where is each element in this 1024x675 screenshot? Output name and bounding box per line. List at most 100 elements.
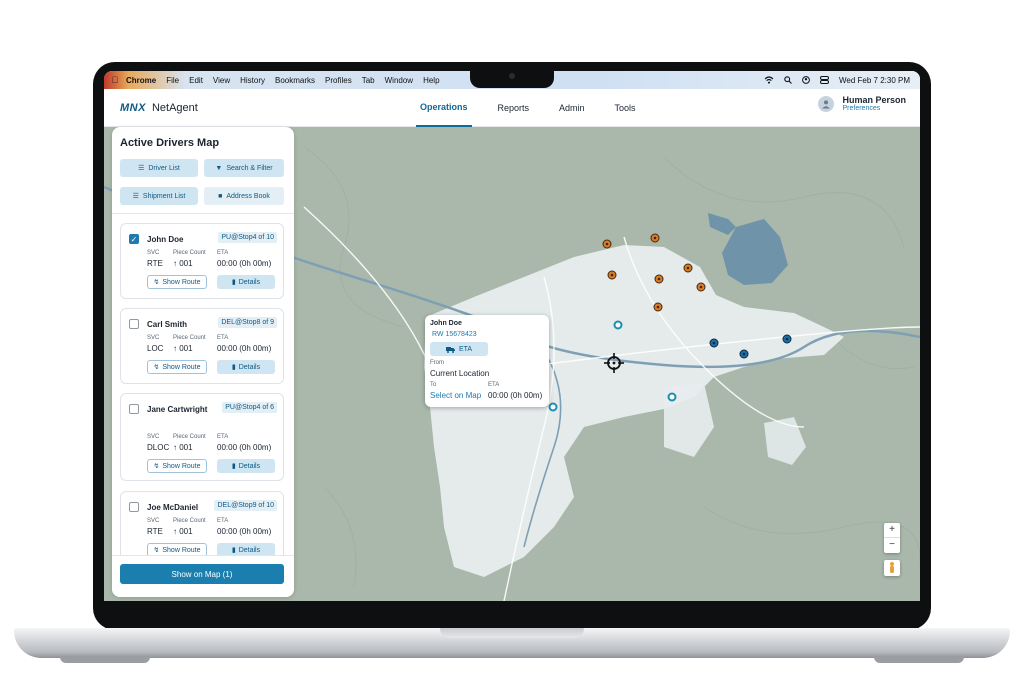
menu-file[interactable]: File — [166, 76, 179, 85]
popup-to-label: To — [430, 382, 437, 388]
show-route-button[interactable]: ↯ Show Route — [147, 459, 207, 473]
sidebar-footer: Show on Map (1) — [112, 555, 294, 597]
tab-tools[interactable]: Tools — [611, 89, 640, 127]
svc-value: LOC — [147, 344, 164, 353]
driver-list-label: Driver List — [148, 164, 180, 172]
user-name: Human Person — [842, 95, 906, 105]
drivers-sidebar: Active Drivers Map ☰ Driver List ▼ Searc… — [112, 127, 294, 597]
pickup-pin[interactable] — [607, 270, 617, 280]
details-label: Details — [238, 462, 261, 470]
pegman-icon — [890, 562, 894, 573]
stop-badge: PU@Stop4 of 6 — [222, 402, 277, 413]
menu-bookmarks[interactable]: Bookmarks — [275, 76, 315, 85]
pickup-pin[interactable] — [683, 263, 693, 273]
piece-count-value: ↑ 001 — [173, 527, 193, 536]
details-label: Details — [238, 363, 261, 371]
zoom-in-button[interactable]: + — [884, 523, 900, 537]
wifi-icon[interactable] — [764, 76, 774, 84]
pickup-pin[interactable] — [650, 233, 660, 243]
stop-badge: PU@Stop4 of 10 — [218, 232, 277, 243]
delivery-pin[interactable] — [739, 349, 749, 359]
show-on-map-button[interactable]: Show on Map (1) — [120, 564, 284, 584]
app-logo[interactable]: MNX NetAgent — [120, 102, 198, 114]
delivery-pin[interactable] — [709, 338, 719, 348]
menu-chrome[interactable]: Chrome — [126, 76, 156, 85]
show-route-button[interactable]: ↯ Show Route — [147, 360, 207, 374]
laptop-foot-left — [60, 657, 150, 663]
tab-admin[interactable]: Admin — [555, 89, 589, 127]
popup-eta-value: 00:00 (0h 00m) — [488, 391, 543, 400]
driver-checkbox[interactable] — [129, 502, 139, 512]
zoom-out-button[interactable]: − — [884, 538, 900, 552]
apple-icon[interactable]:  — [104, 75, 126, 85]
popup-driver-name: John Doe — [430, 320, 462, 327]
user-menu[interactable]: Human Person Preferences — [818, 95, 906, 112]
tab-reports[interactable]: Reports — [494, 89, 534, 127]
driver-card[interactable]: Carl Smith DEL@Stop8 of 9 SVC Piece Coun… — [120, 308, 284, 384]
search-filter-label: Search & Filter — [226, 164, 273, 172]
driver-eta-popup: John Doe RW 15678423 ETA From Current Lo… — [425, 315, 549, 407]
driver-list-button[interactable]: ☰ Driver List — [120, 159, 198, 177]
filter-icon: ▼ — [215, 164, 223, 172]
driver-checkbox[interactable] — [129, 319, 139, 329]
menu-edit[interactable]: Edit — [189, 76, 203, 85]
show-route-button[interactable]: ↯ Show Route — [147, 275, 207, 289]
show-route-label: Show Route — [162, 363, 201, 371]
shipment-list-button[interactable]: ☰ Shipment List — [120, 187, 198, 205]
pickup-pin[interactable] — [653, 302, 663, 312]
menu-view[interactable]: View — [213, 76, 230, 85]
popup-from-label: From — [430, 360, 444, 366]
popup-eta-button-label: ETA — [458, 345, 473, 353]
menu-history[interactable]: History — [240, 76, 265, 85]
menu-window[interactable]: Window — [385, 76, 413, 85]
search-filter-button[interactable]: ▼ Search & Filter — [204, 159, 284, 177]
driver-checkbox[interactable] — [129, 404, 139, 414]
popup-eta-button[interactable]: ETA — [430, 342, 488, 356]
shipment-list-label: Shipment List — [142, 192, 186, 200]
app-header: MNX NetAgent Operations Reports Admin To… — [104, 89, 920, 127]
driver-name: John Doe — [147, 235, 184, 244]
svc-label: SVC — [147, 250, 160, 256]
menu-help[interactable]: Help — [423, 76, 439, 85]
preferences-link[interactable]: Preferences — [842, 105, 906, 112]
driver-name: Jane Cartwright — [147, 405, 208, 414]
driver-card[interactable]: ✓ John Doe PU@Stop4 of 10 SVC Piece Coun… — [120, 223, 284, 299]
menu-profiles[interactable]: Profiles — [325, 76, 352, 85]
eta-value: 00:00 (0h 00m) — [217, 527, 272, 536]
address-book-button[interactable]: ■ Address Book — [204, 187, 284, 205]
eta-value: 00:00 (0h 00m) — [217, 344, 272, 353]
pickup-pin[interactable] — [602, 239, 612, 249]
list-icon: ☰ — [132, 193, 139, 200]
driver-card[interactable]: Jane Cartwright PU@Stop4 of 6 SVC Piece … — [120, 393, 284, 481]
piece-count-value: ↑ 001 — [173, 259, 193, 268]
piece-count-label: Piece Count — [173, 335, 206, 341]
menu-tab[interactable]: Tab — [362, 76, 375, 85]
control-center-icon[interactable] — [820, 76, 829, 84]
driver-marker[interactable] — [667, 392, 677, 402]
avatar[interactable] — [818, 95, 835, 112]
document-icon: ▮ — [231, 279, 236, 286]
user-switch-icon[interactable] — [802, 76, 810, 84]
clock[interactable]: Wed Feb 7 2:30 PM — [839, 76, 910, 85]
zoom-controls: + − — [884, 523, 900, 553]
details-button[interactable]: ▮ Details — [217, 360, 275, 374]
details-button[interactable]: ▮ Details — [217, 459, 275, 473]
driver-name: Carl Smith — [147, 320, 188, 329]
piece-count-value: ↑ 001 — [173, 443, 193, 452]
sidebar-title: Active Drivers Map — [120, 137, 220, 149]
driver-checkbox[interactable]: ✓ — [129, 234, 139, 244]
screen:  Chrome File Edit View History Bookmark… — [104, 71, 920, 601]
popup-to-value[interactable]: Select on Map — [430, 391, 481, 400]
pickup-pin[interactable] — [696, 282, 706, 292]
driver-marker-selected[interactable] — [548, 402, 558, 412]
delivery-pin[interactable] — [782, 334, 792, 344]
popup-route-id[interactable]: RW 15678423 — [432, 331, 477, 338]
tab-operations[interactable]: Operations — [416, 89, 472, 127]
list-icon: ☰ — [138, 165, 145, 172]
pickup-pin[interactable] — [654, 274, 664, 284]
document-icon: ▮ — [231, 364, 236, 371]
details-button[interactable]: ▮ Details — [217, 275, 275, 289]
spotlight-search-icon[interactable] — [784, 76, 792, 84]
driver-marker[interactable] — [613, 320, 623, 330]
street-view-button[interactable] — [884, 560, 900, 576]
